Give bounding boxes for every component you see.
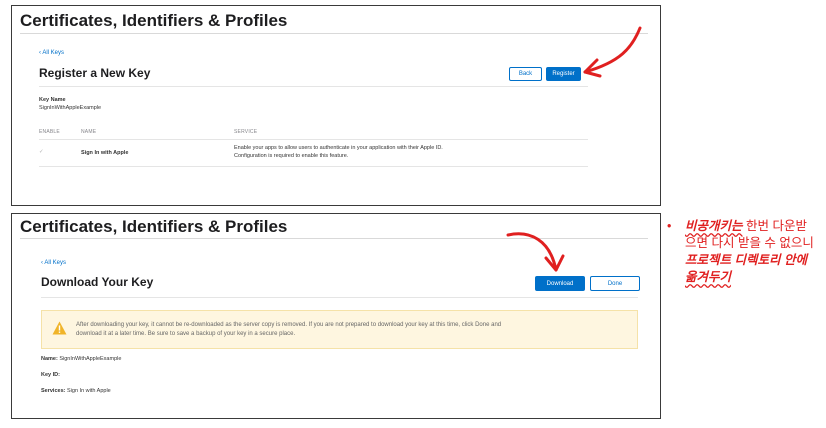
annotation-emphasis-3: 옮겨두기 bbox=[685, 270, 732, 284]
annotation-text: 비공개키는 한번 다운받으면 다시 받을 수 없으니 프로젝트 디렉토리 안에 … bbox=[685, 218, 817, 286]
bullet-icon: • bbox=[667, 219, 672, 233]
annotation-emphasis-1: 비공개키는 bbox=[685, 219, 743, 233]
arrow-to-download-icon bbox=[506, 232, 565, 272]
annotation-emphasis-2: 프로젝트 디렉토리 안에 bbox=[685, 253, 807, 267]
